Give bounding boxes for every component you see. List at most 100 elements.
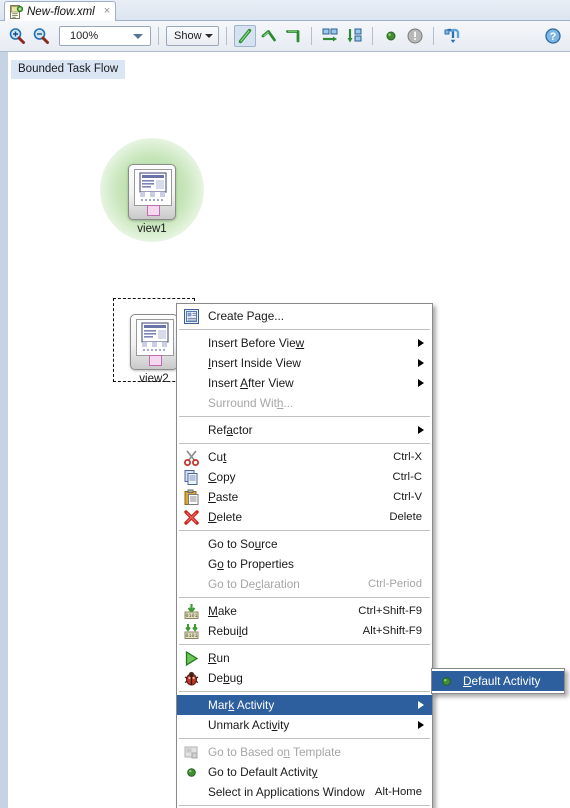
toolbar-separator <box>158 27 159 45</box>
flow-node-view1[interactable]: view1 <box>100 138 204 242</box>
scissors-icon <box>183 449 200 466</box>
show-menu-label: Show <box>174 30 202 42</box>
menu-item-label: Unmark Activity <box>208 718 290 732</box>
left-rail <box>0 52 8 808</box>
chevron-down-icon <box>204 34 213 38</box>
menu-separator <box>179 738 430 739</box>
green-dot-icon <box>183 764 200 781</box>
xml-file-icon <box>9 4 23 19</box>
menu-separator <box>179 416 430 417</box>
menu-item-cut[interactable]: Cut Ctrl-X <box>177 447 432 467</box>
menu-item-label: Insert After View <box>208 376 294 390</box>
flow-node-view2[interactable]: view2 <box>113 298 195 385</box>
run-play-icon <box>183 650 200 667</box>
menu-item-accelerator: Alt-Home <box>374 786 422 798</box>
menu-item-label: Create Page... <box>208 309 285 323</box>
refresh-links-icon[interactable] <box>441 25 463 47</box>
editor-tab-new-flow-xml[interactable]: New-flow.xml × <box>4 1 117 22</box>
menu-item-run[interactable]: Run <box>177 648 432 668</box>
menu-item-unmark-activity[interactable]: Unmark Activity <box>177 715 432 735</box>
menu-item-surround-with: Surround With... <box>177 393 432 413</box>
menu-item-go-to-default-activity[interactable]: Go to Default Activity <box>177 762 432 782</box>
template-icon <box>183 744 200 761</box>
menu-item-label: Run <box>208 651 230 665</box>
menu-item-delete[interactable]: Delete Delete <box>177 507 432 527</box>
menu-item-make[interactable]: 0101 Make Ctrl+Shift-F9 <box>177 601 432 621</box>
menu-item-create-page[interactable]: Create Page... <box>177 306 432 326</box>
flow-node-box[interactable] <box>130 314 178 370</box>
debug-bug-icon <box>183 670 200 687</box>
toolbar-separator <box>310 27 312 45</box>
menu-item-accelerator: Alt+Shift-F9 <box>362 625 422 637</box>
submenu-arrow-icon <box>418 359 424 367</box>
menu-item-label: Go to Based on Template <box>208 745 341 759</box>
jdeveloper-task-flow-editor: New-flow.xml × 100% Show ? Bounded Task … <box>0 0 570 808</box>
chevron-down-icon <box>133 34 143 39</box>
menu-item-copy[interactable]: Copy Ctrl-C <box>177 467 432 487</box>
copy-icon <box>183 469 200 486</box>
straight-line-tool[interactable] <box>233 25 256 47</box>
page-fragment-badge-icon <box>147 205 160 216</box>
menu-separator <box>179 691 430 692</box>
menu-item-accelerator: Ctrl-Period <box>368 578 422 590</box>
zoom-in-icon[interactable] <box>6 25 28 47</box>
menu-item-refactor[interactable]: Refactor <box>177 420 432 440</box>
flow-node-label: view2 <box>139 373 169 385</box>
menu-item-go-to-based-on-template: Go to Based on Template <box>177 742 432 762</box>
orthogonal-line-tool[interactable] <box>282 25 304 47</box>
flow-node-box[interactable] <box>128 164 176 220</box>
context-menu[interactable]: Create Page... Insert Before View Insert… <box>176 303 433 808</box>
green-dot-icon <box>438 673 455 690</box>
menu-separator <box>179 644 430 645</box>
editor-tab-label: New-flow.xml <box>27 5 95 18</box>
menu-item-accelerator: Ctrl-C <box>392 471 423 483</box>
menu-item-insert-inside-view[interactable]: Insert Inside View <box>177 353 432 373</box>
align-horizontal-tool[interactable] <box>319 25 341 47</box>
zoom-level-value: 100% <box>70 30 99 42</box>
editor-toolbar: 100% Show ? <box>0 21 570 52</box>
align-vertical-tool[interactable] <box>343 25 365 47</box>
editor-tab-strip: New-flow.xml × <box>0 0 570 22</box>
paste-icon <box>183 489 200 506</box>
bounded-task-flow-badge: Bounded Task Flow <box>11 60 126 79</box>
menu-item-label: Surround With... <box>208 396 294 410</box>
menu-item-go-to-source[interactable]: Go to Source <box>177 534 432 554</box>
show-menu-button[interactable]: Show <box>166 26 219 46</box>
menu-item-insert-before-view[interactable]: Insert Before View <box>177 333 432 353</box>
menu-item-label: Insert Before View <box>208 336 305 350</box>
menu-item-debug[interactable]: Debug <box>177 668 432 688</box>
submenu-item-default-activity[interactable]: Default Activity <box>432 671 564 691</box>
menu-item-go-to-declaration: Go to Declaration Ctrl-Period <box>177 574 432 594</box>
info-circle-icon[interactable] <box>404 25 426 47</box>
menu-item-insert-after-view[interactable]: Insert After View <box>177 373 432 393</box>
menu-item-label: Copy <box>208 470 236 484</box>
menu-item-select-in-applications-window[interactable]: Select in Applications Window Alt-Home <box>177 782 432 802</box>
menu-item-accelerator: Ctrl-X <box>393 451 422 463</box>
submenu-arrow-icon <box>418 721 424 729</box>
help-question-icon[interactable]: ? <box>542 25 564 47</box>
menu-item-label: Insert Inside View <box>208 356 301 370</box>
toolbar-separator <box>432 27 434 45</box>
menu-item-label: Delete <box>208 510 243 524</box>
close-icon[interactable]: × <box>104 6 110 17</box>
menu-item-paste[interactable]: Paste Ctrl-V <box>177 487 432 507</box>
mark-activity-submenu[interactable]: Default Activity <box>431 668 565 694</box>
page-thumbnail-icon <box>134 169 172 206</box>
menu-item-label: Select in Applications Window <box>208 785 365 799</box>
submenu-arrow-icon <box>418 379 424 387</box>
svg-text:0101: 0101 <box>185 613 197 619</box>
menu-separator <box>179 443 430 444</box>
menu-item-label: Rebuild <box>208 624 249 638</box>
zoom-level-combobox[interactable]: 100% <box>59 26 151 46</box>
toolbar-separator <box>371 27 373 45</box>
submenu-arrow-icon <box>418 426 424 434</box>
menu-item-label: Make <box>208 604 237 618</box>
menu-item-label: Go to Default Activity <box>208 765 318 779</box>
polyline-tool[interactable] <box>258 25 280 47</box>
zoom-out-icon[interactable] <box>30 25 52 47</box>
menu-item-mark-activity[interactable]: Mark Activity <box>177 695 432 715</box>
menu-item-go-to-properties[interactable]: Go to Properties <box>177 554 432 574</box>
toolbar-separator <box>225 27 227 45</box>
green-dot-icon[interactable] <box>380 25 402 47</box>
menu-item-rebuild[interactable]: 0101 Rebuild Alt+Shift-F9 <box>177 621 432 641</box>
